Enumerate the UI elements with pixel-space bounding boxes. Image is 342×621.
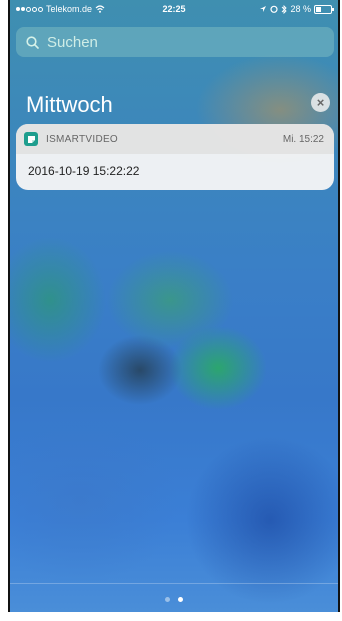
- page-indicator[interactable]: [10, 597, 338, 602]
- notification-card[interactable]: ISMARTVIDEO Mi. 15:22 2016-10-19 15:22:2…: [16, 124, 334, 190]
- page-dot[interactable]: [165, 597, 170, 602]
- app-name: ISMARTVIDEO: [46, 133, 119, 145]
- clear-notifications-button[interactable]: ×: [311, 93, 330, 112]
- search-field[interactable]: Suchen: [16, 27, 334, 57]
- status-right-group: 28 %: [259, 4, 334, 14]
- battery-icon: [314, 4, 334, 14]
- bluetooth-icon: [282, 4, 288, 14]
- alarm-icon: [270, 5, 279, 13]
- divider: [10, 583, 338, 584]
- lock-screen: Telekom.de 22:25 28 % Suchen Mittwoch ×: [8, 0, 340, 612]
- location-arrow-icon: [260, 6, 267, 12]
- notification-header: ISMARTVIDEO Mi. 15:22: [16, 124, 334, 154]
- close-icon: ×: [316, 95, 325, 110]
- battery-percent: 28 %: [290, 4, 311, 14]
- notification-message: 2016-10-19 15:22:22: [28, 164, 140, 178]
- status-bar: Telekom.de 22:25 28 %: [10, 0, 338, 18]
- page-dot-active[interactable]: [178, 597, 183, 602]
- search-icon: [26, 35, 39, 49]
- day-title: Mittwoch: [26, 92, 113, 117]
- app-icon: [24, 132, 38, 146]
- search-placeholder: Suchen: [47, 33, 98, 51]
- notification-time: Mi. 15:22: [282, 133, 324, 145]
